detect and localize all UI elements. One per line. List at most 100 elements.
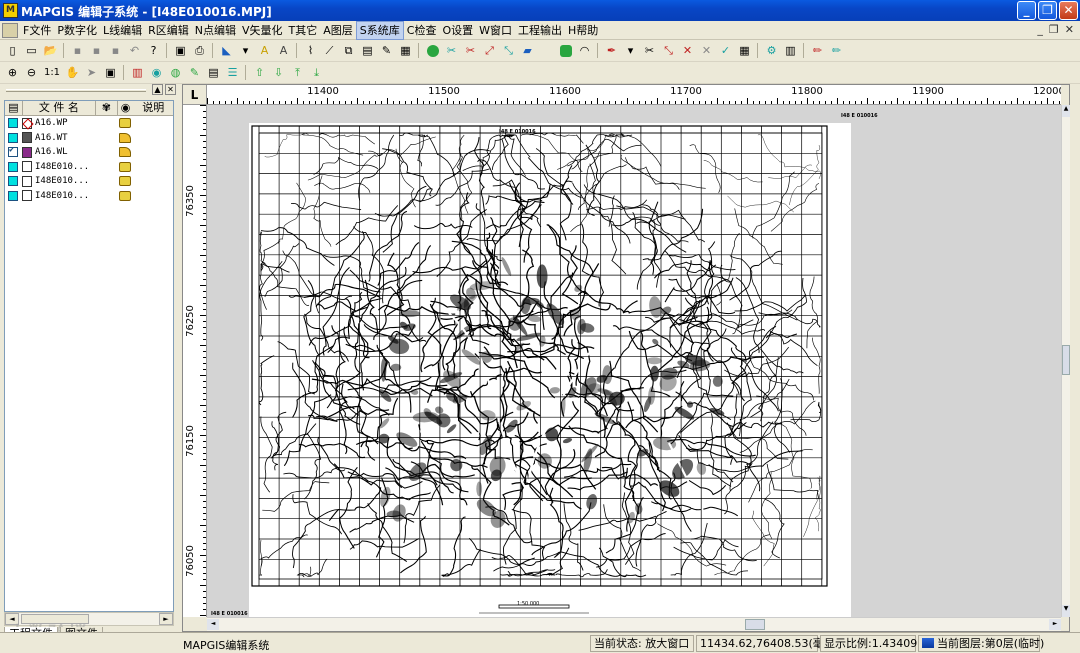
print-preview-icon[interactable]: ▣ [172,42,189,59]
arrow-up-icon[interactable]: ⇧ [251,64,268,81]
edit-status-icon[interactable] [119,132,131,143]
scissors-icon[interactable]: ✂ [443,42,460,59]
menu-item[interactable]: A图层 [320,21,356,40]
file-row[interactable]: I48E010... [5,189,173,204]
menu-item[interactable]: S系统库 [355,21,404,40]
map-viewport[interactable]: I48 E 010016 I48 E 010016 1:50 000 I48 E… [207,105,1061,617]
canvas-hscrollbar[interactable]: ◄ ► [207,617,1061,631]
open-folder-icon[interactable] [119,118,131,129]
file-checkbox[interactable] [8,132,18,143]
pencil-icon[interactable]: ✏ [809,42,826,59]
zoom-out-icon[interactable]: ⊖ [23,64,40,81]
file-checkbox[interactable] [8,176,18,187]
text-icon[interactable]: A [256,42,273,59]
vscroll-thumb[interactable] [1062,345,1070,375]
file-checkbox[interactable] [8,145,18,158]
check-icon[interactable]: ✓ [717,42,734,59]
table-icon[interactable]: ▦ [736,42,753,59]
arrow-top-icon[interactable]: ⤒ [289,64,306,81]
col-description[interactable]: 说明 [133,101,173,115]
menu-item[interactable]: W窗口 [476,21,515,40]
node-icon[interactable]: ▰ [519,42,536,59]
app-icon[interactable]: M [3,3,18,18]
new-file-icon[interactable]: ▯ [4,42,21,59]
topographic-map[interactable] [249,123,851,617]
mdi-restore-button[interactable]: ❐ [1049,23,1059,36]
file-checkbox[interactable] [8,161,18,172]
file-row[interactable]: A16.WT [5,131,173,146]
pointer-icon[interactable]: ◣ [218,42,235,59]
layer-col-icon[interactable]: ▤ [5,101,23,115]
dropdown-icon[interactable]: ▾ [622,42,639,59]
green-fill-icon[interactable] [557,42,574,59]
cut-line-icon[interactable]: ✂ [462,42,479,59]
layer-fill-icon[interactable]: ◉ [148,64,165,81]
clip-icon[interactable]: ✂ [641,42,658,59]
file-row[interactable]: A16.WL [5,145,173,160]
pointer-icon[interactable]: ➤ [83,64,100,81]
cross-icon[interactable]: ✕ [679,42,696,59]
draw-icon[interactable]: ✎ [186,64,203,81]
open-folder-icon[interactable] [119,161,131,172]
file-row[interactable]: A16.WP [5,116,173,131]
eye-icon[interactable]: ◉ [118,101,134,115]
menu-item[interactable]: N点编辑 [192,21,239,40]
close-button[interactable]: ✕ [1059,1,1078,20]
open-folder-icon[interactable]: 📂 [42,42,59,59]
print-icon[interactable]: ⎙ [191,42,208,59]
split-icon[interactable]: ⤢ [481,42,498,59]
copy-icon[interactable]: ⧉ [340,42,357,59]
panel-close-icon[interactable]: ✕ [165,84,176,95]
menu-item[interactable]: C检查 [404,21,440,40]
mdi-close-button[interactable]: ✕ [1065,23,1074,36]
mdi-minimize-button[interactable]: _ [1037,23,1043,36]
undo-icon[interactable]: ↶ [126,42,143,59]
region-icon[interactable]: ▦ [397,42,414,59]
scroll-right-icon[interactable]: ► [159,613,173,625]
status-col-icon[interactable]: ✾ [96,101,118,115]
menu-item[interactable]: H帮助 [565,21,601,40]
panel-grip[interactable] [6,89,146,92]
save-icon[interactable]: ▪ [69,42,86,59]
menu-item[interactable]: F文件 [20,21,54,40]
menu-item[interactable]: V矢量化 [239,21,286,40]
save-all-icon[interactable]: ▪ [88,42,105,59]
scroll-right-icon[interactable]: ► [1049,619,1061,630]
file-row[interactable]: I48E010... [5,174,173,189]
dropdown-icon[interactable]: ▾ [237,42,254,59]
edit-icon[interactable]: ✎ [378,42,395,59]
open-folder-icon[interactable] [119,190,131,201]
col-file-name[interactable]: 文 件 名 [23,101,96,115]
minimize-button[interactable]: _ [1017,1,1036,20]
ruler-corner-button[interactable]: L [183,85,207,105]
file-checkbox[interactable] [8,118,18,129]
map-sheet[interactable]: I48 E 010016 I48 E 010016 1:50 000 [249,123,851,617]
green-dot-icon[interactable] [424,42,441,59]
edit2-icon[interactable]: ▤ [205,64,222,81]
save-as-icon[interactable]: ▪ [107,42,124,59]
help-icon[interactable]: ? [145,42,162,59]
scale-1to1-label[interactable]: 1:1 [42,64,62,81]
hscroll-thumb[interactable] [745,619,765,630]
pan-hand-icon[interactable]: ✋ [64,64,81,81]
refresh-icon[interactable]: ▣ [102,64,119,81]
menu-item[interactable]: R区编辑 [145,21,192,40]
scroll-down-icon[interactable]: ▼ [1062,605,1070,617]
grid-icon[interactable] [538,42,555,59]
menu-item[interactable]: L线编辑 [100,21,145,40]
line-icon[interactable]: ⌇ [302,42,319,59]
menu-item[interactable]: P数字化 [54,21,100,40]
open-file-icon[interactable]: ▭ [23,42,40,59]
layer-edit-icon[interactable]: ▥ [129,64,146,81]
matrix-icon[interactable]: ▥ [782,42,799,59]
join-icon[interactable]: ⤡ [500,42,517,59]
scroll-up-icon[interactable]: ▲ [1062,105,1070,117]
open-folder-icon[interactable] [119,176,131,187]
stack-icon[interactable]: ☰ [224,64,241,81]
edit-status-icon[interactable] [119,147,131,158]
file-row[interactable]: I48E010... [5,160,173,175]
pencil2-icon[interactable]: ✏ [828,42,845,59]
globe-icon[interactable]: ◍ [167,64,184,81]
arrow-bottom-icon[interactable]: ⤓ [308,64,325,81]
loop-icon[interactable]: ◠ [576,42,593,59]
